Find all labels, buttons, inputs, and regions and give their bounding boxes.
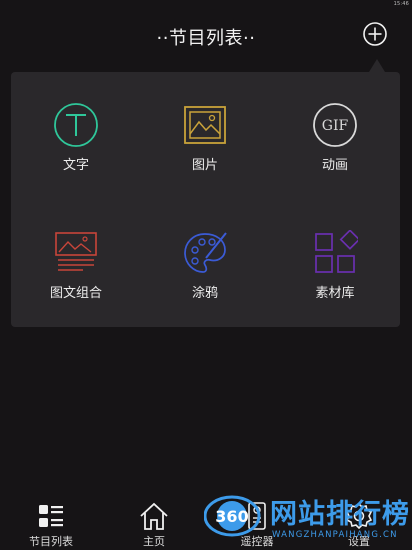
watermark-subtext: WANGZHANPAIHANG.CN (272, 530, 398, 540)
menu-item-label: 素材库 (315, 286, 355, 301)
popup-arrow (369, 59, 385, 72)
svg-text:GIF: GIF (322, 118, 349, 134)
watermark: 360 网站排行榜 WANGZHANPAIHANG.CN (204, 492, 410, 546)
app-screen: 15:46 ··节目列表·· 文字 图片 GIF 动画 图文组合 涂鸦 素材库 … (0, 0, 412, 550)
picture-icon (184, 106, 226, 144)
watermark-text: 网站排行榜 (270, 499, 410, 530)
menu-item-doodle[interactable]: 涂鸦 (150, 230, 260, 320)
svg-text:360: 360 (215, 507, 248, 526)
menu-item-picture[interactable]: 图片 (150, 102, 260, 192)
program-list-icon (39, 505, 63, 527)
menu-item-image-text[interactable]: 图文组合 (21, 230, 131, 320)
material-library-icon (315, 230, 358, 273)
add-program-menu: 文字 图片 GIF 动画 图文组合 涂鸦 素材库 (11, 72, 400, 327)
tab-program-list[interactable]: 节目列表 (16, 495, 86, 550)
tab-label: 主页 (143, 535, 165, 548)
menu-item-label: 文字 (62, 158, 89, 173)
menu-item-label: 动画 (321, 158, 348, 173)
palette-icon (184, 232, 227, 273)
menu-item-gif[interactable]: GIF 动画 (280, 102, 390, 192)
menu-item-material-library[interactable]: 素材库 (280, 230, 390, 320)
watermark-logo-icon: 360 (204, 495, 261, 537)
text-T-icon (54, 103, 98, 147)
page-title: ··节目列表·· (156, 28, 256, 49)
menu-item-label: 涂鸦 (191, 286, 218, 301)
status-time: 15:46 (393, 1, 409, 7)
add-icon[interactable] (363, 22, 387, 46)
menu-item-label: 图文组合 (49, 286, 102, 301)
tab-home[interactable]: 主页 (119, 495, 189, 550)
image-text-combo-icon (55, 232, 97, 271)
menu-item-text[interactable]: 文字 (21, 102, 131, 192)
home-icon (140, 502, 168, 530)
tab-label: 节目列表 (29, 535, 73, 548)
gif-icon: GIF (313, 103, 357, 147)
menu-item-label: 图片 (191, 158, 218, 173)
